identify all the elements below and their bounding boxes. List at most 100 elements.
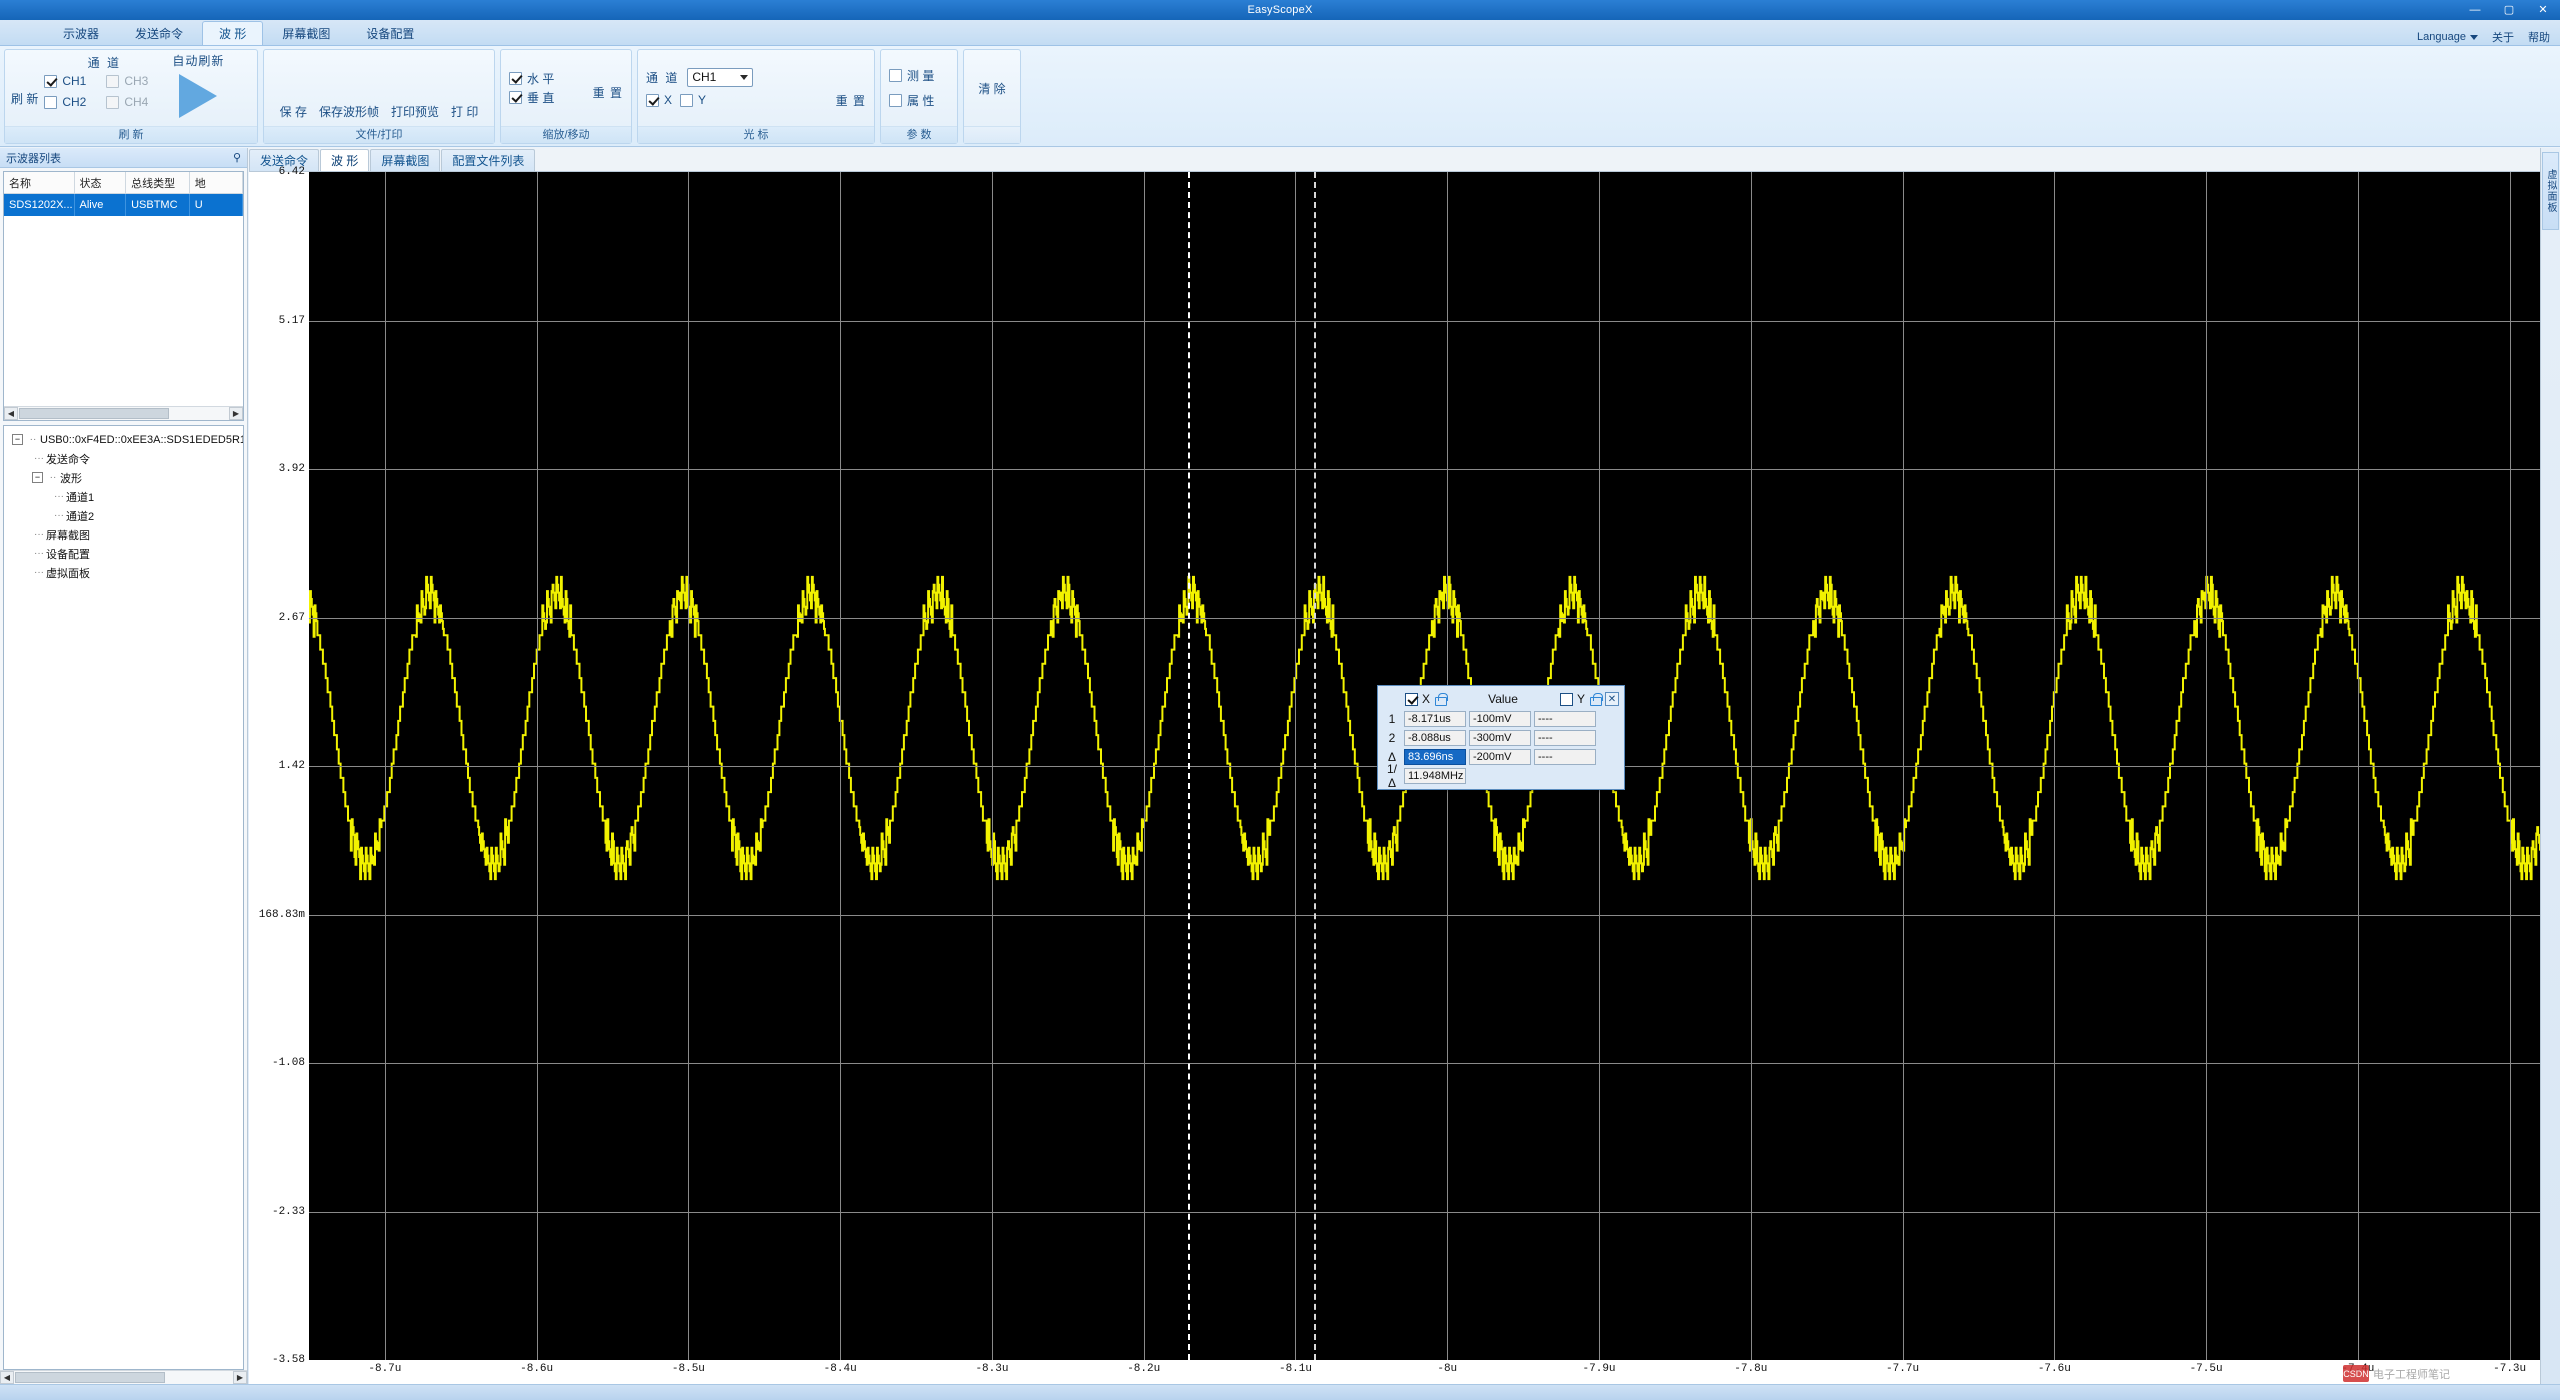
- language-menu[interactable]: Language: [2417, 31, 2478, 43]
- ribbon-tab-waveform[interactable]: 波 形: [202, 21, 264, 45]
- scroll-right-icon[interactable]: ▶: [229, 407, 243, 420]
- ribbon-group-cursor: 通 道 CH1 X Y 重 置 光 标: [637, 49, 875, 144]
- cursor-row-2-x[interactable]: -8.088us: [1404, 729, 1466, 746]
- ribbon-right-links: Language 关于 帮助: [2417, 29, 2560, 45]
- unlock-icon[interactable]: [1589, 692, 1603, 706]
- cursor-row-invdelta-x[interactable]: 11.948MHz: [1404, 767, 1466, 784]
- refresh-button[interactable]: 刷 新: [11, 52, 44, 124]
- cursor-row-delta-y[interactable]: ----: [1534, 748, 1596, 765]
- resource-tree: − ·· USB0::0xF4ED::0xEE3A::SDS1EDED5R1 ·…: [4, 426, 243, 586]
- chevron-down-icon: [2470, 34, 2478, 40]
- scrollbar-thumb[interactable]: [19, 408, 169, 419]
- ribbon-tab-oscilloscope[interactable]: 示波器: [46, 21, 116, 45]
- tab-screenshot[interactable]: 屏幕截图: [370, 149, 441, 171]
- x-axis-tick-label: -7.8u: [1734, 1363, 1768, 1375]
- checkbox-cursor-y[interactable]: Y: [680, 93, 706, 107]
- tree-node-waveform[interactable]: − ·· 波形: [6, 468, 241, 487]
- tree-connector: ···: [34, 548, 44, 559]
- scrollbar-thumb[interactable]: [15, 1372, 165, 1383]
- close-button[interactable]: ✕: [2526, 0, 2560, 20]
- ribbon-tab-send-command[interactable]: 发送命令: [118, 21, 200, 45]
- checkbox-ch1[interactable]: CH1: [44, 74, 102, 88]
- group-label-clear: [964, 126, 1020, 143]
- tree-node-screenshot[interactable]: ··· 屏幕截图: [6, 525, 241, 544]
- cursor-row-1-y[interactable]: ----: [1534, 710, 1596, 727]
- tree-panel-hscrollbar[interactable]: ◀ ▶: [0, 1370, 247, 1384]
- vertical-tab-virtual-panel[interactable]: 虚拟面板: [2542, 152, 2559, 230]
- scroll-left-icon[interactable]: ◀: [4, 407, 18, 420]
- tree-node-channel1[interactable]: ··· 通道1: [6, 487, 241, 506]
- pin-icon[interactable]: ⚲: [233, 151, 241, 164]
- grid-line-vertical: [840, 172, 842, 1360]
- clear-button[interactable]: 清 除: [978, 80, 1005, 97]
- ribbon-tab-device-config[interactable]: 设备配置: [349, 21, 431, 45]
- checkbox-y-icon[interactable]: [1559, 692, 1573, 706]
- checkbox-ch3[interactable]: CH3: [106, 74, 164, 88]
- cell-device-name: SDS1202X...: [4, 194, 75, 216]
- unlock-icon[interactable]: [1434, 692, 1449, 706]
- checkbox-cursor-x[interactable]: X: [646, 93, 672, 107]
- close-icon[interactable]: ✕: [1605, 692, 1619, 706]
- column-header-name[interactable]: 名称: [4, 172, 75, 193]
- tree-node-channel2[interactable]: ··· 通道2: [6, 506, 241, 525]
- collapse-icon[interactable]: −: [12, 434, 23, 445]
- checkbox-x-icon[interactable]: [1405, 692, 1418, 706]
- column-header-state[interactable]: 状态: [75, 172, 127, 193]
- cursor-popup-header: X Value Y ✕: [1383, 690, 1619, 708]
- print-preview-button[interactable]: 打印预览: [391, 103, 439, 120]
- cursor-channel-dropdown[interactable]: CH1: [687, 67, 754, 87]
- checkbox-ch2[interactable]: CH2: [44, 95, 102, 109]
- ribbon-tab-screenshot[interactable]: 屏幕截图: [265, 21, 347, 45]
- scroll-left-icon[interactable]: ◀: [0, 1371, 14, 1384]
- maximize-button[interactable]: ▢: [2492, 0, 2526, 20]
- tree-node-device-config[interactable]: ··· 设备配置: [6, 544, 241, 563]
- column-header-bus-type[interactable]: 总线类型: [126, 172, 190, 193]
- cursor-line-2[interactable]: [1313, 172, 1316, 1360]
- checkbox-measure[interactable]: 测 量: [889, 67, 934, 84]
- checkbox-measure-label: 测 量: [907, 69, 935, 83]
- checkbox-property[interactable]: 属 性: [889, 92, 934, 109]
- column-header-address[interactable]: 地: [190, 172, 243, 193]
- checkbox-ch2-label: CH2: [62, 95, 87, 109]
- checkbox-ch4[interactable]: CH4: [106, 95, 164, 109]
- grid-line-vertical: [2357, 172, 2359, 1360]
- checkbox-horizontal-label: 水 平: [527, 72, 555, 86]
- cursor-row-delta-value[interactable]: -200mV: [1469, 748, 1531, 765]
- checkbox-vertical-label: 垂 直: [527, 91, 555, 105]
- play-triangle-icon[interactable]: [179, 74, 218, 118]
- cursor-line-1[interactable]: [1187, 172, 1190, 1360]
- checkbox-icon: [106, 74, 120, 88]
- save-button[interactable]: 保 存: [280, 103, 307, 120]
- tree-node-send-command[interactable]: ··· 发送命令: [6, 449, 241, 468]
- cursor-row-1-x[interactable]: -8.171us: [1404, 710, 1466, 727]
- save-waveform-frame-button[interactable]: 保存波形帧: [319, 103, 379, 120]
- help-link[interactable]: 帮助: [2528, 29, 2550, 45]
- tree-node-root[interactable]: − ·· USB0::0xF4ED::0xEE3A::SDS1EDED5R1: [6, 430, 243, 449]
- checkbox-vertical[interactable]: 垂 直: [509, 89, 554, 106]
- cursor-value-popup[interactable]: X Value Y ✕ 1 -8.171us -100mV ---- 2 -8.: [1377, 685, 1625, 790]
- tree-connector: ···: [34, 453, 44, 464]
- tab-waveform[interactable]: 波 形: [320, 149, 370, 171]
- checkbox-horizontal[interactable]: 水 平: [509, 70, 554, 87]
- cursor-row-delta-x[interactable]: 83.696ns: [1404, 748, 1466, 765]
- minimize-button[interactable]: —: [2458, 0, 2492, 20]
- tree-node-virtual-panel[interactable]: ··· 虚拟面板: [6, 563, 241, 582]
- cursor-row-2-value[interactable]: -300mV: [1469, 729, 1531, 746]
- about-link[interactable]: 关于: [2492, 29, 2514, 45]
- ribbon-group-parameter: 测 量 属 性 参 数: [880, 49, 958, 144]
- zoom-reset-button[interactable]: 重 置: [593, 84, 623, 101]
- tree-connector: ···: [34, 529, 44, 540]
- collapse-icon[interactable]: −: [32, 472, 43, 483]
- cursor-reset-button[interactable]: 重 置: [836, 92, 866, 109]
- device-table-hscrollbar[interactable]: ◀ ▶: [4, 406, 243, 420]
- scrollbar-track[interactable]: [14, 1371, 233, 1384]
- table-row[interactable]: SDS1202X... Alive USBTMC U: [4, 194, 243, 216]
- checkbox-ch3-label: CH3: [124, 74, 149, 88]
- cursor-row-1-value[interactable]: -100mV: [1469, 710, 1531, 727]
- print-button[interactable]: 打 印: [451, 103, 478, 120]
- scroll-right-icon[interactable]: ▶: [233, 1371, 247, 1384]
- scrollbar-track[interactable]: [18, 407, 229, 420]
- tab-config-file-list[interactable]: 配置文件列表: [441, 149, 536, 171]
- app-title: EasyScopeX: [1247, 4, 1313, 16]
- cursor-row-2-y[interactable]: ----: [1534, 729, 1596, 746]
